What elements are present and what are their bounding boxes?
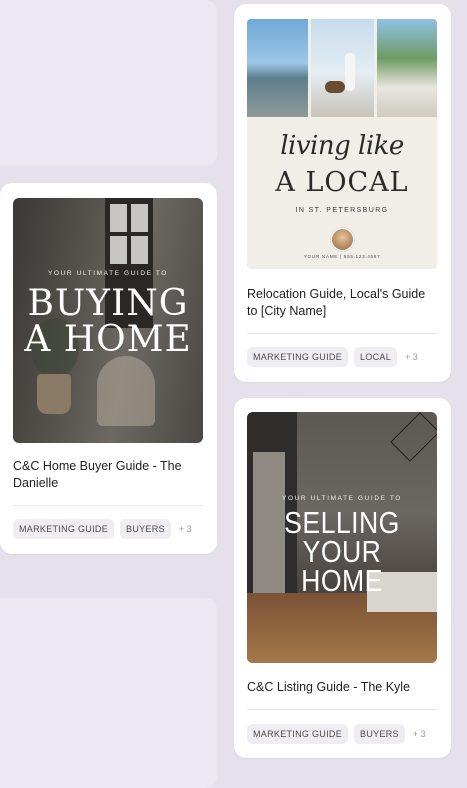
tag-chip[interactable]: BUYERS [120,519,171,539]
cover-heading-line2: YOUR HOME [301,534,383,598]
planter-graphic [37,374,71,414]
tag-list: MARKETING GUIDE BUYERS + 3 [247,724,426,744]
cover-heading: A LOCAL [275,167,409,198]
tag-chip[interactable]: MARKETING GUIDE [247,347,349,367]
cover-buying-home[interactable]: YOUR ULTIMATE GUIDE TO BUYING A HOME [13,198,203,443]
partial-card-top [0,0,217,166]
cover-heading-line1: BUYING [27,283,189,324]
more-tags-count[interactable]: + 3 [411,729,426,739]
card-title[interactable]: Relocation Guide, Local's Guide to [City… [247,286,437,320]
cover-footer: YOUR NAME | 555.123.4567 [303,255,381,260]
partial-card-bottom [0,598,217,788]
card-divider [13,505,203,506]
cover-heading: SELLING YOUR HOME [260,505,423,598]
avatar [331,228,354,251]
cover-subtitle: YOUR ULTIMATE GUIDE TO [282,495,402,502]
more-tags-count[interactable]: + 3 [177,524,192,534]
cover-living-local[interactable]: living like A LOCAL IN ST. PETERSBURG YO… [247,19,437,269]
tag-chip[interactable]: LOCAL [354,347,398,367]
tag-list: MARKETING GUIDE LOCAL + 3 [247,347,418,367]
more-tags-count[interactable]: + 3 [403,352,418,362]
cover-heading: BUYING A HOME [13,286,203,358]
tag-chip[interactable]: MARKETING GUIDE [247,724,349,744]
photo-palms [377,19,437,117]
guide-card-buyer[interactable]: YOUR ULTIMATE GUIDE TO BUYING A HOME C&C… [0,183,217,554]
card-divider [247,333,437,334]
tag-chip[interactable]: BUYERS [354,724,405,744]
guide-card-relocation[interactable]: living like A LOCAL IN ST. PETERSBURG YO… [234,4,451,382]
card-title[interactable]: C&C Listing Guide - The Kyle [247,679,437,696]
photo-walker [311,19,374,117]
photo-pier [247,19,308,117]
cover-heading-line1: SELLING [284,505,400,540]
cover-script-text: living like [280,131,404,161]
tag-chip[interactable]: MARKETING GUIDE [13,519,115,539]
cover-subtitle: YOUR ULTIMATE GUIDE TO [48,270,168,277]
chair-graphic [97,356,155,426]
cover-subtitle: IN ST. PETERSBURG [295,207,389,214]
cover-heading-line2: A HOME [24,319,192,360]
tag-list: MARKETING GUIDE BUYERS + 3 [13,519,192,539]
guide-card-listing[interactable]: YOUR ULTIMATE GUIDE TO SELLING YOUR HOME… [234,398,451,758]
cover-selling-home[interactable]: YOUR ULTIMATE GUIDE TO SELLING YOUR HOME [247,412,437,663]
card-divider [247,709,437,710]
card-title[interactable]: C&C Home Buyer Guide - The Danielle [13,458,193,492]
